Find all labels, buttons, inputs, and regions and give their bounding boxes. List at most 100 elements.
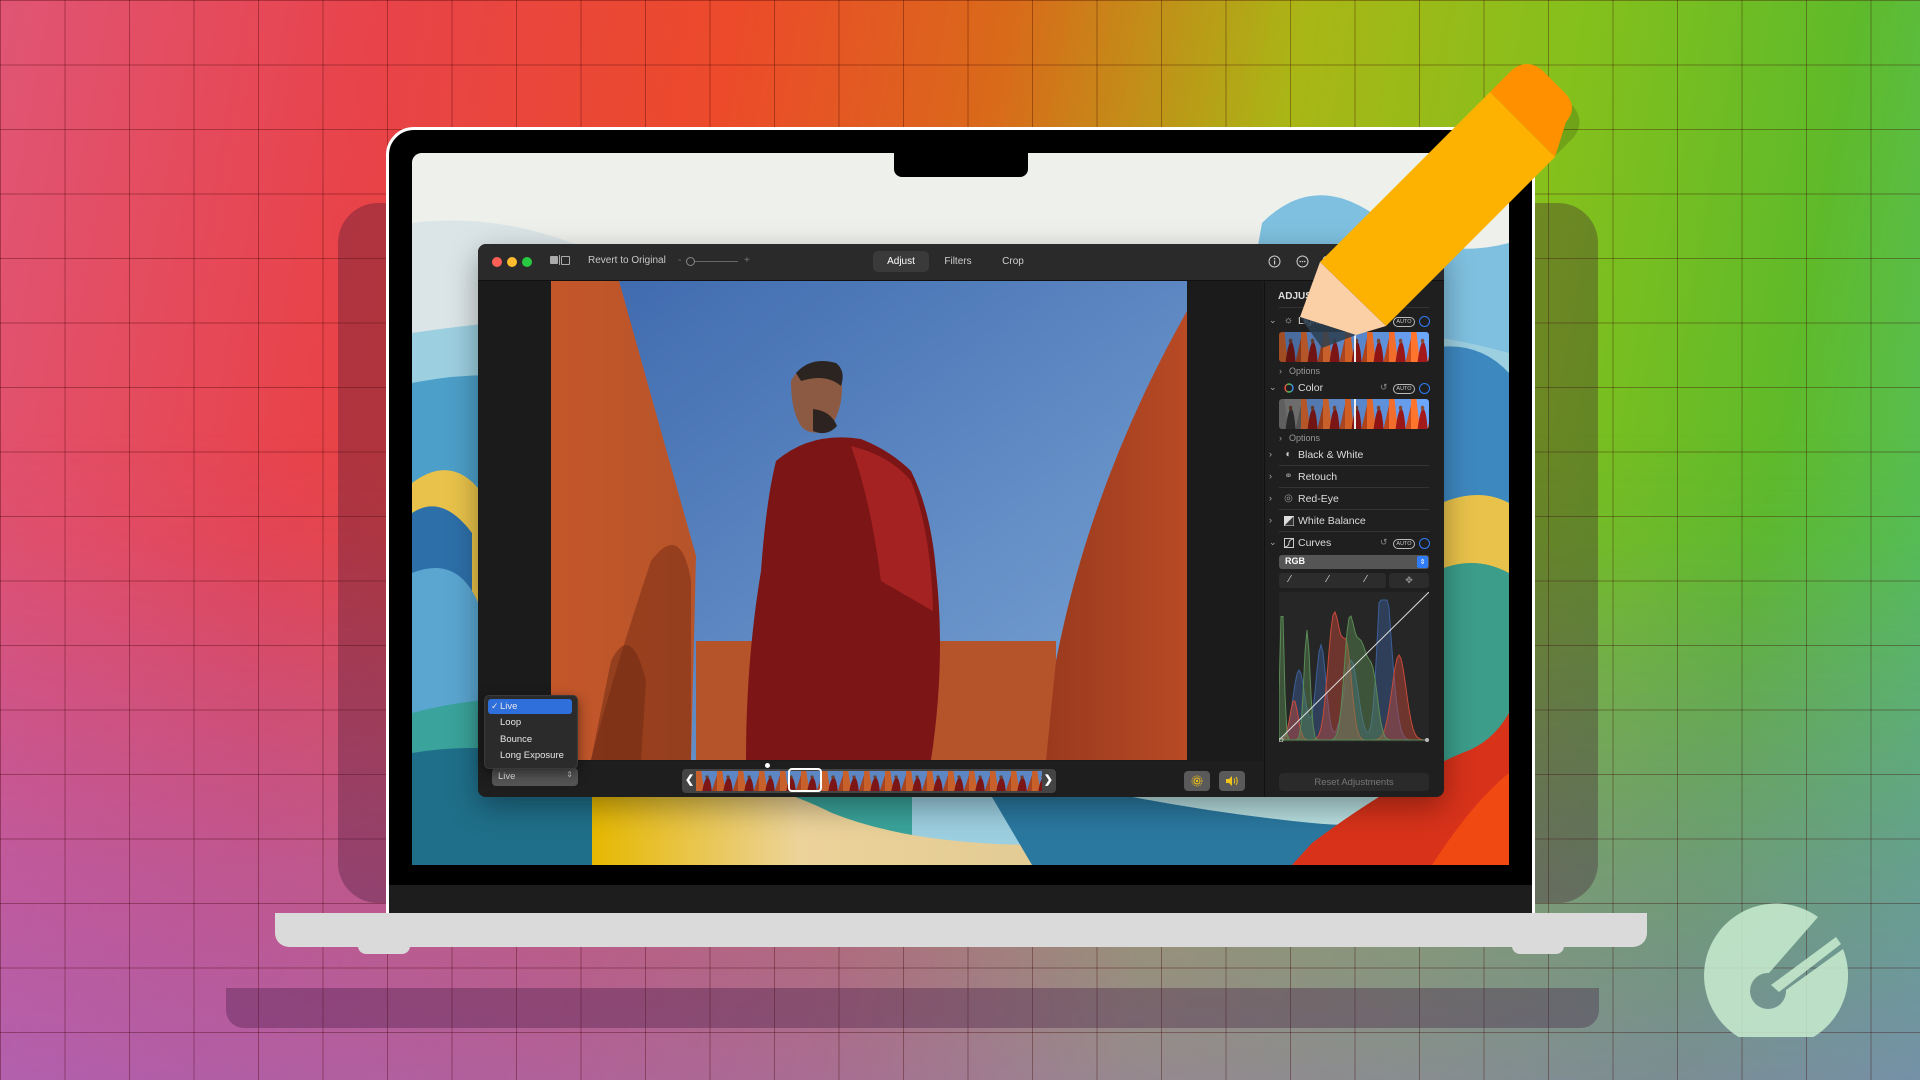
minimize-button[interactable]	[507, 257, 517, 267]
chevron-down-icon[interactable]: ⌄	[1269, 382, 1277, 393]
section-red-eye-label: Red-Eye	[1298, 493, 1339, 505]
menu-item-label: Loop	[500, 717, 522, 728]
eye-icon: ◎	[1284, 493, 1293, 504]
compare-icon-outline	[561, 256, 570, 265]
frame-thumbnail	[759, 771, 780, 791]
color-wheel-icon	[1283, 382, 1294, 393]
strip-thumbnail	[1411, 332, 1429, 362]
section-black-white-label: Black & White	[1298, 449, 1364, 461]
curves-channel-select[interactable]: RGB ⇕	[1279, 555, 1429, 569]
compare-icon[interactable]	[550, 256, 558, 264]
chevron-down-icon[interactable]: ⌄	[1269, 537, 1277, 548]
chevron-right-icon[interactable]: ›	[1269, 493, 1272, 503]
add-point-button[interactable]: ✥	[1389, 573, 1429, 588]
divider	[1279, 531, 1429, 532]
info-icon[interactable]	[1267, 254, 1281, 268]
scrubber-left-handle[interactable]: ❮	[685, 773, 694, 786]
section-retouch[interactable]: › ⚭ Retouch	[1265, 469, 1444, 485]
curves-channel-value: RGB	[1285, 556, 1305, 566]
light-slider-handle[interactable]	[1354, 332, 1356, 362]
frame-thumbnail	[885, 771, 906, 791]
tab-adjust[interactable]: Adjust	[873, 251, 929, 272]
chevron-down-icon[interactable]: ⌄	[1269, 315, 1277, 326]
strip-thumbnail	[1345, 332, 1367, 362]
chevron-right-icon[interactable]: ›	[1269, 449, 1272, 459]
zoom-slider-track[interactable]	[688, 261, 738, 262]
mid-point-eyedropper-icon[interactable]: ⁄	[1327, 574, 1329, 585]
keyframe-scrubber[interactable]: ❮ ❯	[682, 768, 1056, 793]
enable-toggle[interactable]	[1419, 538, 1430, 549]
enable-toggle[interactable]	[1419, 383, 1430, 394]
menu-item-label: Live	[500, 701, 518, 712]
tab-crop[interactable]: Crop	[989, 251, 1037, 272]
live-mode-menu: ✓ Live Loop Bounce Long Exposure	[484, 695, 578, 769]
zoom-out-label: -	[678, 255, 682, 266]
frame-thumbnail	[696, 771, 717, 791]
auto-button[interactable]: AUTO	[1393, 317, 1415, 327]
section-white-balance[interactable]: › White Balance	[1265, 513, 1444, 529]
enable-toggle[interactable]	[1419, 316, 1430, 327]
zoom-slider-thumb[interactable]	[686, 257, 695, 266]
crosshair-icon: ✥	[1405, 575, 1413, 585]
strip-thumbnail	[1323, 332, 1345, 362]
strip-thumbnail	[1301, 399, 1323, 429]
undo-icon[interactable]: ↺	[1380, 315, 1388, 326]
strip-thumbnail	[1323, 399, 1345, 429]
section-red-eye[interactable]: › ◎ Red-Eye	[1265, 491, 1444, 507]
frame-thumbnail	[864, 771, 885, 791]
live-mode-select[interactable]: Live ⇕	[492, 768, 578, 786]
tab-filters[interactable]: Filters	[933, 251, 983, 272]
reset-adjustments-button[interactable]: Reset Adjustments	[1279, 773, 1429, 791]
frame-thumbnail	[1011, 771, 1032, 791]
auto-button[interactable]: AUTO	[1393, 539, 1415, 549]
close-button[interactable]	[492, 257, 502, 267]
zoom-button[interactable]	[522, 257, 532, 267]
menu-item-loop[interactable]: Loop	[488, 715, 572, 730]
key-photo-selector[interactable]	[788, 768, 822, 792]
white-balance-icon	[1283, 515, 1294, 526]
photos-edit-window: Revert to Original - + Adjust Filters Cr…	[478, 244, 1444, 797]
light-options[interactable]: › Options	[1265, 366, 1444, 378]
frame-thumbnail	[990, 771, 1011, 791]
undo-icon[interactable]: ↺	[1380, 537, 1388, 548]
frame-thumbnail	[906, 771, 927, 791]
frame-thumbnail	[1032, 771, 1042, 791]
section-curves[interactable]: ⌄ Curves ↺ AUTO	[1265, 535, 1444, 551]
compare-divider	[559, 255, 560, 265]
curves-histogram[interactable]	[1279, 592, 1429, 742]
menu-item-live[interactable]: ✓ Live	[488, 699, 572, 714]
sound-toggle-button[interactable]	[1219, 771, 1245, 791]
revert-to-original-button[interactable]: Revert to Original	[588, 255, 666, 266]
live-photo-bar: Live ⇕ ❮ ❯	[478, 761, 1263, 797]
color-slider-handle[interactable]	[1354, 399, 1356, 429]
color-options[interactable]: › Options	[1265, 433, 1444, 445]
heart-icon[interactable]	[1321, 254, 1335, 268]
live-photo-icon	[1191, 775, 1203, 787]
photo-image	[551, 281, 1187, 760]
divider	[1279, 509, 1429, 510]
laptop-base	[275, 913, 1647, 947]
more-icon[interactable]	[1295, 254, 1309, 268]
section-retouch-label: Retouch	[1298, 471, 1338, 483]
menu-item-label: Long Exposure	[500, 750, 564, 761]
section-black-white[interactable]: › ◐ Black & White	[1265, 447, 1444, 463]
scrubber-right-handle[interactable]: ❯	[1044, 773, 1053, 786]
menu-item-bounce[interactable]: Bounce	[488, 732, 572, 747]
live-toggle-button[interactable]	[1184, 771, 1210, 791]
section-light[interactable]: ⌄ ☼ Light ↺ AUTO	[1265, 313, 1444, 329]
frame-thumbnail	[969, 771, 990, 791]
chevron-right-icon[interactable]: ›	[1269, 471, 1272, 481]
menu-item-long-exposure[interactable]: Long Exposure	[488, 748, 572, 763]
black-point-eyedropper-icon[interactable]: ⁄	[1289, 574, 1291, 585]
adjust-sidebar: ADJUST ⌄ ☼ Light ↺ AUTO › Options ⌄ Colo…	[1264, 281, 1444, 797]
color-options-label: Options	[1289, 433, 1321, 443]
frame-thumbnail	[948, 771, 969, 791]
frame-thumbnail	[843, 771, 864, 791]
auto-button[interactable]: AUTO	[1393, 384, 1415, 394]
undo-icon[interactable]: ↺	[1380, 382, 1388, 393]
white-point-eyedropper-icon[interactable]: ⁄	[1365, 574, 1367, 585]
chevron-right-icon: ›	[1279, 366, 1282, 376]
divider	[1279, 465, 1429, 466]
section-color[interactable]: ⌄ Color ↺ AUTO	[1265, 380, 1444, 396]
chevron-right-icon[interactable]: ›	[1269, 515, 1272, 525]
